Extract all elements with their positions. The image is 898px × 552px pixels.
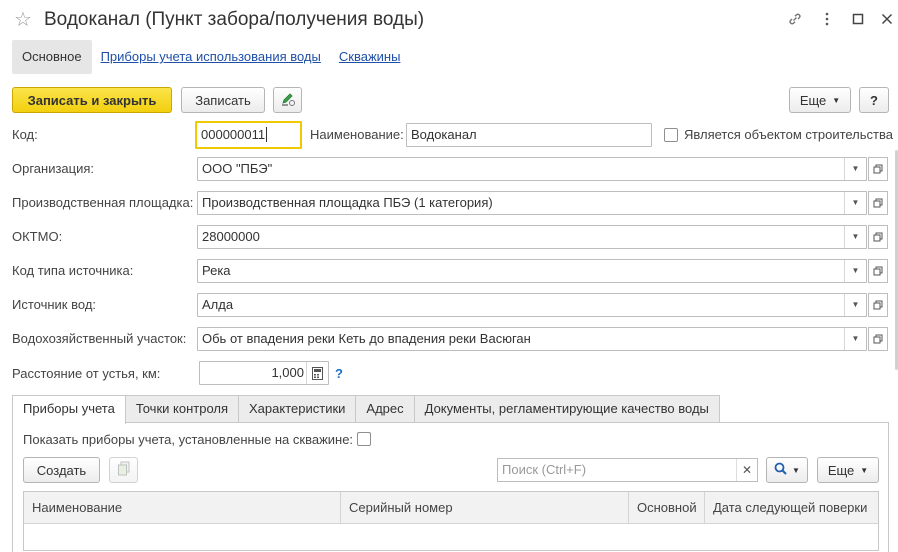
source-type-value: Река	[202, 263, 231, 278]
nav-tab-main[interactable]: Основное	[12, 40, 92, 74]
clear-search-icon[interactable]: ✕	[736, 459, 757, 481]
open-icon	[873, 162, 883, 177]
more-vertical-icon[interactable]	[816, 8, 838, 30]
chevron-down-icon: ▼	[832, 95, 841, 105]
source-label: Источник вод:	[12, 297, 97, 312]
column-header-serial[interactable]: Серийный номер	[341, 492, 629, 524]
column-header-name[interactable]: Наименование	[24, 492, 341, 524]
chevron-down-icon[interactable]: ▼	[844, 192, 866, 214]
source-type-open-button[interactable]	[868, 259, 888, 283]
save-button[interactable]: Записать	[181, 87, 265, 113]
calculator-icon[interactable]	[306, 362, 328, 384]
tab-control-points[interactable]: Точки контроля	[124, 395, 240, 423]
chevron-down-icon[interactable]: ▼	[844, 260, 866, 282]
chevron-down-icon[interactable]: ▼	[844, 226, 866, 248]
organization-input[interactable]: ООО "ПБЭ" ▼	[197, 157, 867, 181]
show-on-well-checkbox[interactable]	[357, 432, 371, 446]
pen-icon	[280, 91, 296, 110]
meters-more-label: Еще	[827, 462, 855, 478]
tab-characteristics[interactable]: Характеристики	[238, 395, 357, 423]
construction-label: Является объектом строительства	[684, 127, 893, 142]
nav-tab-meters[interactable]: Приборы учета использования воды	[92, 40, 330, 74]
table-header: Наименование Серийный номер Основной Дат…	[24, 492, 878, 524]
water-section-open-button[interactable]	[868, 327, 888, 351]
text-cursor	[266, 127, 268, 142]
site-label: Производственная площадка:	[12, 195, 194, 210]
site-value: Производственная площадка ПБЭ (1 категор…	[202, 195, 493, 210]
distance-label: Расстояние от устья, км:	[12, 366, 161, 381]
column-header-main[interactable]: Основной	[629, 492, 705, 524]
code-label: Код:	[12, 127, 38, 142]
form-nav: Основное Приборы учета использования вод…	[12, 40, 409, 74]
tab-meters[interactable]: Приборы учета	[12, 395, 126, 424]
organization-label: Организация:	[12, 161, 95, 176]
maximize-icon[interactable]	[847, 8, 869, 30]
more-label: Еще	[799, 92, 827, 108]
open-icon	[873, 332, 883, 347]
chevron-down-icon[interactable]: ▼	[844, 294, 866, 316]
site-input[interactable]: Производственная площадка ПБЭ (1 категор…	[197, 191, 867, 215]
tab-address[interactable]: Адрес	[355, 395, 415, 423]
search-input[interactable]: Поиск (Ctrl+F)	[497, 458, 758, 482]
construction-checkbox[interactable]	[664, 128, 678, 142]
water-section-label: Водохозяйственный участок:	[12, 331, 187, 346]
more-button[interactable]: Еще ▼	[789, 87, 851, 113]
chevron-down-icon: ▼	[860, 465, 869, 475]
copy-icon	[117, 461, 131, 480]
chevron-down-icon: ▼	[792, 465, 800, 475]
water-section-value: Обь от впадения реки Кеть до впадения ре…	[202, 331, 531, 346]
chevron-down-icon[interactable]: ▼	[844, 328, 866, 350]
column-header-next-check[interactable]: Дата следующей поверки	[705, 492, 878, 524]
chevron-down-icon[interactable]: ▼	[844, 158, 866, 180]
meters-table: Наименование Серийный номер Основной Дат…	[23, 491, 879, 551]
source-type-label: Код типа источника:	[12, 263, 134, 278]
oktmo-input[interactable]: 28000000 ▼	[197, 225, 867, 249]
create-button[interactable]: Создать	[23, 457, 100, 483]
detail-tabs: Приборы учета Точки контроля Характерист…	[12, 395, 720, 424]
star-icon[interactable]: ☆	[14, 9, 32, 31]
oktmo-label: ОКТМО:	[12, 229, 63, 244]
oktmo-value: 28000000	[202, 229, 260, 244]
name-label: Наименование:	[310, 127, 404, 142]
water-section-input[interactable]: Обь от впадения реки Кеть до впадения ре…	[197, 327, 867, 351]
search-button[interactable]: ▼	[766, 457, 808, 483]
code-value: 000000011	[201, 127, 266, 142]
source-input[interactable]: Алда ▼	[197, 293, 867, 317]
distance-value: 1,000	[271, 365, 304, 380]
distance-help-icon[interactable]: ?	[335, 366, 343, 381]
save-and-close-button[interactable]: Записать и закрыть	[12, 87, 172, 113]
open-icon	[873, 196, 883, 211]
source-type-input[interactable]: Река ▼	[197, 259, 867, 283]
edit-button[interactable]	[273, 87, 302, 113]
oktmo-open-button[interactable]	[868, 225, 888, 249]
organization-value: ООО "ПБЭ"	[202, 161, 273, 176]
close-icon[interactable]	[876, 8, 898, 30]
nav-tab-wells[interactable]: Скважины	[330, 40, 410, 74]
open-icon	[873, 298, 883, 313]
show-on-well-label: Показать приборы учета, установленные на…	[23, 432, 354, 447]
source-open-button[interactable]	[868, 293, 888, 317]
link-icon[interactable]	[784, 8, 806, 30]
site-open-button[interactable]	[868, 191, 888, 215]
name-input[interactable]: Водоканал	[406, 123, 652, 147]
source-value: Алда	[202, 297, 234, 312]
open-icon	[873, 230, 883, 245]
distance-input[interactable]: 1,000	[199, 361, 329, 385]
help-button[interactable]: ?	[859, 87, 889, 113]
organization-open-button[interactable]	[868, 157, 888, 181]
search-icon	[774, 462, 787, 478]
code-input[interactable]: 000000011	[195, 121, 302, 149]
window-title: Водоканал (Пункт забора/получения воды)	[44, 9, 425, 30]
copy-button[interactable]	[109, 457, 138, 483]
tab-quality-documents[interactable]: Документы, регламентирующие качество вод…	[413, 395, 720, 423]
open-icon	[873, 264, 883, 279]
meters-more-button[interactable]: Еще ▼	[817, 457, 879, 483]
